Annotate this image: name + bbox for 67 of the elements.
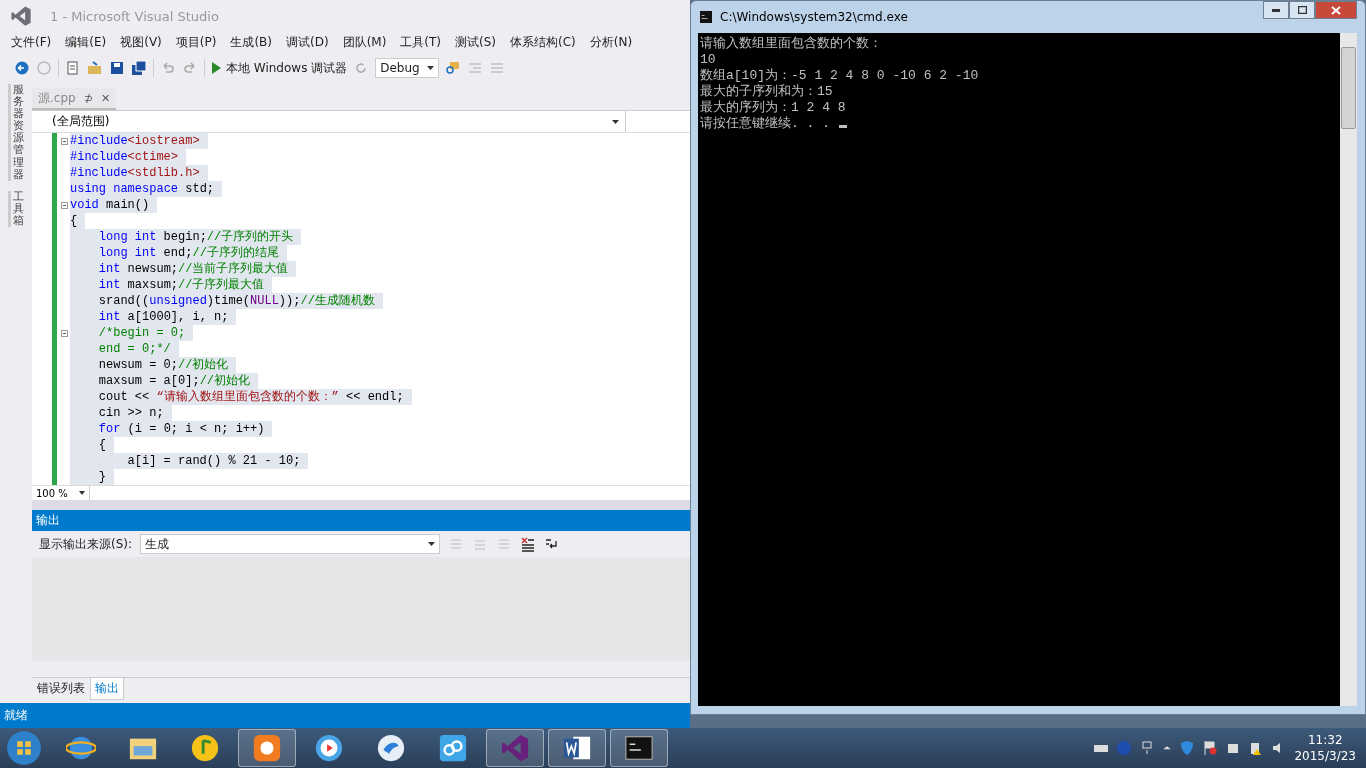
close-icon — [1331, 5, 1341, 15]
output-source-label: 显示输出来源(S): — [39, 535, 133, 553]
taskbar-app[interactable] — [548, 729, 606, 767]
cloud-icon[interactable] — [438, 733, 468, 763]
console-line: 10 — [700, 52, 717, 68]
console-line: 请输入数组里面包含数的个数： — [700, 36, 883, 52]
configuration-dropdown[interactable]: Debug — [375, 58, 440, 78]
document-tab[interactable]: 源.cpp ⊅ ✕ — [32, 88, 117, 110]
menu-item[interactable]: 项目(P) — [168, 33, 224, 51]
menu-item[interactable]: 视图(V) — [113, 33, 169, 51]
side-panel-tab[interactable]: 服务器资源管理器 — [8, 84, 24, 181]
play-circle-icon[interactable] — [314, 733, 344, 763]
menu-item[interactable]: 编辑(E) — [58, 33, 114, 51]
output-source-dropdown[interactable]: 生成 — [140, 534, 441, 554]
new-file-icon[interactable] — [65, 60, 81, 76]
panel-tab[interactable]: 错误列表 — [32, 678, 90, 700]
minimize-button[interactable] — [1263, 1, 1289, 19]
infinity-logo-icon — [10, 5, 32, 27]
menu-item[interactable]: 团队(M) — [335, 33, 394, 51]
play-icon — [211, 62, 221, 74]
collapse-icon[interactable] — [60, 137, 68, 145]
find-icon[interactable] — [445, 60, 462, 76]
shield-icon[interactable] — [1179, 740, 1196, 756]
save-icon[interactable] — [109, 60, 125, 76]
text-cursor — [838, 125, 847, 128]
console-line: 请按任意键继续. . . — [700, 116, 1338, 132]
taskbar-app[interactable] — [610, 729, 668, 767]
scrollbar[interactable] — [1340, 33, 1357, 706]
window-title: 1 - Microsoft Visual Studio — [50, 8, 219, 24]
terminal-icon — [698, 11, 714, 23]
side-panel-tab[interactable]: 工具箱 — [8, 190, 24, 228]
collapse-icon[interactable] — [60, 201, 68, 209]
console-line: 数组a[10]为：-5 1 2 4 8 0 -10 6 2 -10 — [700, 68, 980, 84]
panel-title: 输出 — [36, 512, 60, 529]
clock[interactable]: 11:32 2015/3/23 — [1294, 732, 1356, 764]
start-debugging-button[interactable]: 本地 Windows 调试器 — [211, 59, 348, 77]
menu-item[interactable]: 调试(D) — [279, 33, 336, 51]
caret-icon — [427, 66, 435, 70]
close-button[interactable] — [1315, 1, 1357, 19]
minimize-icon — [1272, 8, 1280, 12]
save-all-icon[interactable] — [131, 60, 147, 76]
menu-item[interactable]: 测试(S) — [448, 33, 504, 51]
caret-icon — [79, 491, 85, 495]
start-orb-icon[interactable] — [4, 730, 44, 766]
menu-item[interactable]: 分析(N) — [582, 33, 640, 51]
open-folder-icon[interactable] — [87, 60, 103, 76]
maximize-icon — [1297, 6, 1307, 14]
menu-item[interactable]: 体系结构(C) — [503, 33, 583, 51]
close-icon[interactable]: ✕ — [100, 91, 111, 105]
menu-item[interactable]: 文件(F) — [4, 33, 59, 51]
terminal-icon[interactable] — [624, 733, 654, 763]
clear-all-icon[interactable] — [520, 536, 537, 552]
maximize-button[interactable] — [1289, 1, 1315, 19]
status-text: 就绪 — [4, 707, 28, 724]
menu-item[interactable]: 工具(T) — [393, 33, 449, 51]
console-line: 最大的序列为：1 2 4 8 — [700, 100, 847, 116]
taskbar-app[interactable] — [238, 729, 296, 767]
caret-icon — [612, 119, 619, 124]
taskbar-app[interactable] — [486, 729, 544, 767]
window-title: C:\Windows\system32\cmd.exe — [720, 10, 908, 24]
console-line: 最大的子序列和为：15 — [700, 84, 834, 100]
panel-tab[interactable]: 输出 — [90, 678, 124, 700]
caret-icon — [428, 542, 436, 546]
menu-item[interactable]: 生成(B) — [223, 33, 279, 51]
collapse-icon[interactable] — [60, 329, 68, 337]
pin-icon[interactable]: ⊅ — [83, 91, 93, 105]
flag-icon[interactable] — [1202, 740, 1219, 756]
